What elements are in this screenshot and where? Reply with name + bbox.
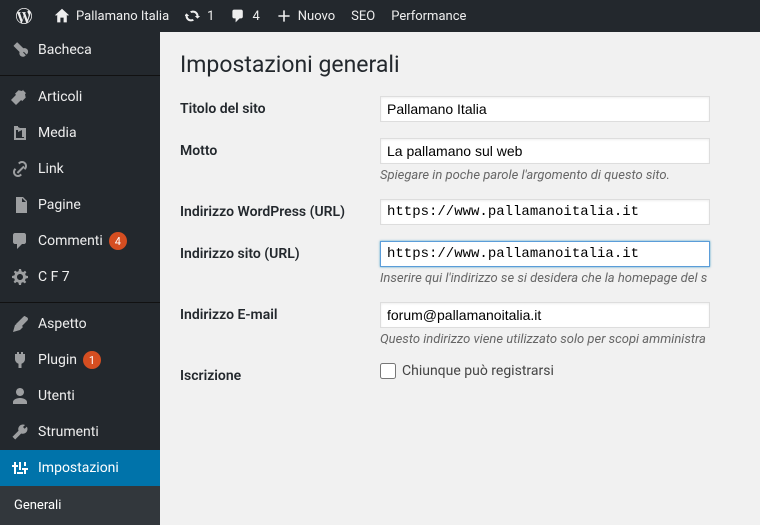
new-content-link[interactable]: Nuovo: [268, 0, 343, 32]
dashboard-icon: [10, 40, 30, 60]
plugin-icon: [10, 350, 30, 370]
sidebar-item-tools[interactable]: Strumenti: [0, 414, 160, 450]
comments-link[interactable]: 4: [222, 0, 267, 32]
label-tagline: Motto: [180, 138, 380, 183]
label-membership: Iscrizione: [180, 363, 380, 384]
performance-label: Performance: [391, 9, 466, 24]
home-icon: [54, 8, 70, 24]
plus-icon: [276, 8, 292, 24]
sidebar-item-label: Utenti: [38, 388, 75, 404]
site-name-link[interactable]: Pallamano Italia: [46, 0, 177, 32]
sidebar-item-label: Commenti: [38, 233, 103, 249]
link-icon: [10, 159, 30, 179]
plugins-badge: 1: [83, 351, 101, 369]
sidebar-item-label: Aspetto: [38, 316, 87, 332]
pin-icon: [10, 87, 30, 107]
updates-link[interactable]: 1: [177, 0, 222, 32]
row-wp-url: Indirizzo WordPress (URL): [180, 199, 740, 225]
input-email[interactable]: [380, 302, 710, 328]
row-membership: Iscrizione Chiunque può registrarsi: [180, 363, 740, 384]
sidebar-item-label: Articoli: [38, 89, 82, 105]
gear-icon: [10, 267, 30, 287]
sidebar-item-label: Strumenti: [38, 424, 99, 440]
sidebar-item-links[interactable]: Link: [0, 151, 160, 187]
sidebar-item-comments[interactable]: Commenti 4: [0, 223, 160, 259]
comments-count: 4: [252, 9, 259, 24]
sidebar-item-label: Bacheca: [38, 42, 92, 58]
brush-icon: [10, 314, 30, 334]
label-site-url: Indirizzo sito (URL): [180, 241, 380, 286]
sidebar-item-settings[interactable]: Impostazioni: [0, 450, 160, 486]
membership-checkbox-label[interactable]: Chiunque può registrarsi: [380, 363, 740, 379]
input-wp-url[interactable]: [380, 199, 710, 225]
sidebar-item-label: Impostazioni: [38, 460, 119, 476]
input-site-title[interactable]: [380, 96, 710, 122]
seo-label: SEO: [351, 9, 375, 24]
desc-email: Questo indirizzo viene utilizzato solo p…: [380, 332, 740, 347]
wp-logo[interactable]: [8, 0, 46, 32]
sidebar-item-label: Media: [38, 125, 77, 141]
sliders-icon: [10, 458, 30, 478]
sidebar-item-pages[interactable]: Pagine: [0, 187, 160, 223]
sidebar-item-media[interactable]: Media: [0, 115, 160, 151]
page-title: Impostazioni generali: [180, 42, 740, 96]
menu-separator: [0, 71, 160, 76]
sidebar-item-label: Link: [38, 161, 64, 177]
submenu-label: Generali: [14, 498, 61, 513]
input-site-url[interactable]: [380, 241, 710, 267]
sidebar-item-label: C F 7: [38, 269, 70, 285]
row-site-url: Indirizzo sito (URL) Inserire qui l'indi…: [180, 241, 740, 286]
label-email: Indirizzo E-mail: [180, 302, 380, 347]
admin-bar: Pallamano Italia 1 4 Nuovo SEO Performan…: [0, 0, 760, 32]
membership-checkbox-text: Chiunque può registrarsi: [402, 363, 554, 379]
update-icon: [185, 8, 201, 24]
submenu-item-general[interactable]: Generali: [0, 492, 160, 519]
row-tagline: Motto Spiegare in poche parole l'argomen…: [180, 138, 740, 183]
new-label: Nuovo: [298, 9, 335, 24]
settings-submenu: Generali: [0, 486, 160, 525]
row-email: Indirizzo E-mail Questo indirizzo viene …: [180, 302, 740, 347]
wrench-icon: [10, 422, 30, 442]
sidebar-item-label: Pagine: [38, 197, 81, 213]
input-membership-checkbox[interactable]: [380, 363, 396, 379]
row-site-title: Titolo del sito: [180, 96, 740, 122]
comments-badge: 4: [109, 232, 127, 250]
sidebar-item-posts[interactable]: Articoli: [0, 79, 160, 115]
performance-link[interactable]: Performance: [383, 0, 474, 32]
page-icon: [10, 195, 30, 215]
label-site-title: Titolo del sito: [180, 96, 380, 122]
sidebar-item-plugins[interactable]: Plugin 1: [0, 342, 160, 378]
admin-sidebar: Bacheca Articoli Media Link Pagine Comme…: [0, 32, 160, 505]
site-name-text: Pallamano Italia: [76, 9, 169, 24]
comment-icon: [230, 8, 246, 24]
media-icon: [10, 123, 30, 143]
updates-count: 1: [207, 9, 214, 24]
sidebar-item-users[interactable]: Utenti: [0, 378, 160, 414]
input-tagline[interactable]: [380, 138, 710, 164]
sidebar-item-dashboard[interactable]: Bacheca: [0, 32, 160, 68]
menu-separator: [0, 298, 160, 303]
user-icon: [10, 386, 30, 406]
sidebar-item-label: Plugin: [38, 352, 77, 368]
main-content: Impostazioni generali Titolo del sito Mo…: [160, 32, 760, 505]
seo-link[interactable]: SEO: [343, 0, 383, 32]
desc-site-url: Inserire qui l'indirizzo se si desidera …: [380, 271, 740, 286]
sidebar-item-cf7[interactable]: C F 7: [0, 259, 160, 295]
desc-tagline: Spiegare in poche parole l'argomento di …: [380, 168, 740, 183]
wordpress-icon: [16, 8, 32, 24]
sidebar-item-appearance[interactable]: Aspetto: [0, 306, 160, 342]
label-wp-url: Indirizzo WordPress (URL): [180, 199, 380, 225]
comment-icon: [10, 231, 30, 251]
